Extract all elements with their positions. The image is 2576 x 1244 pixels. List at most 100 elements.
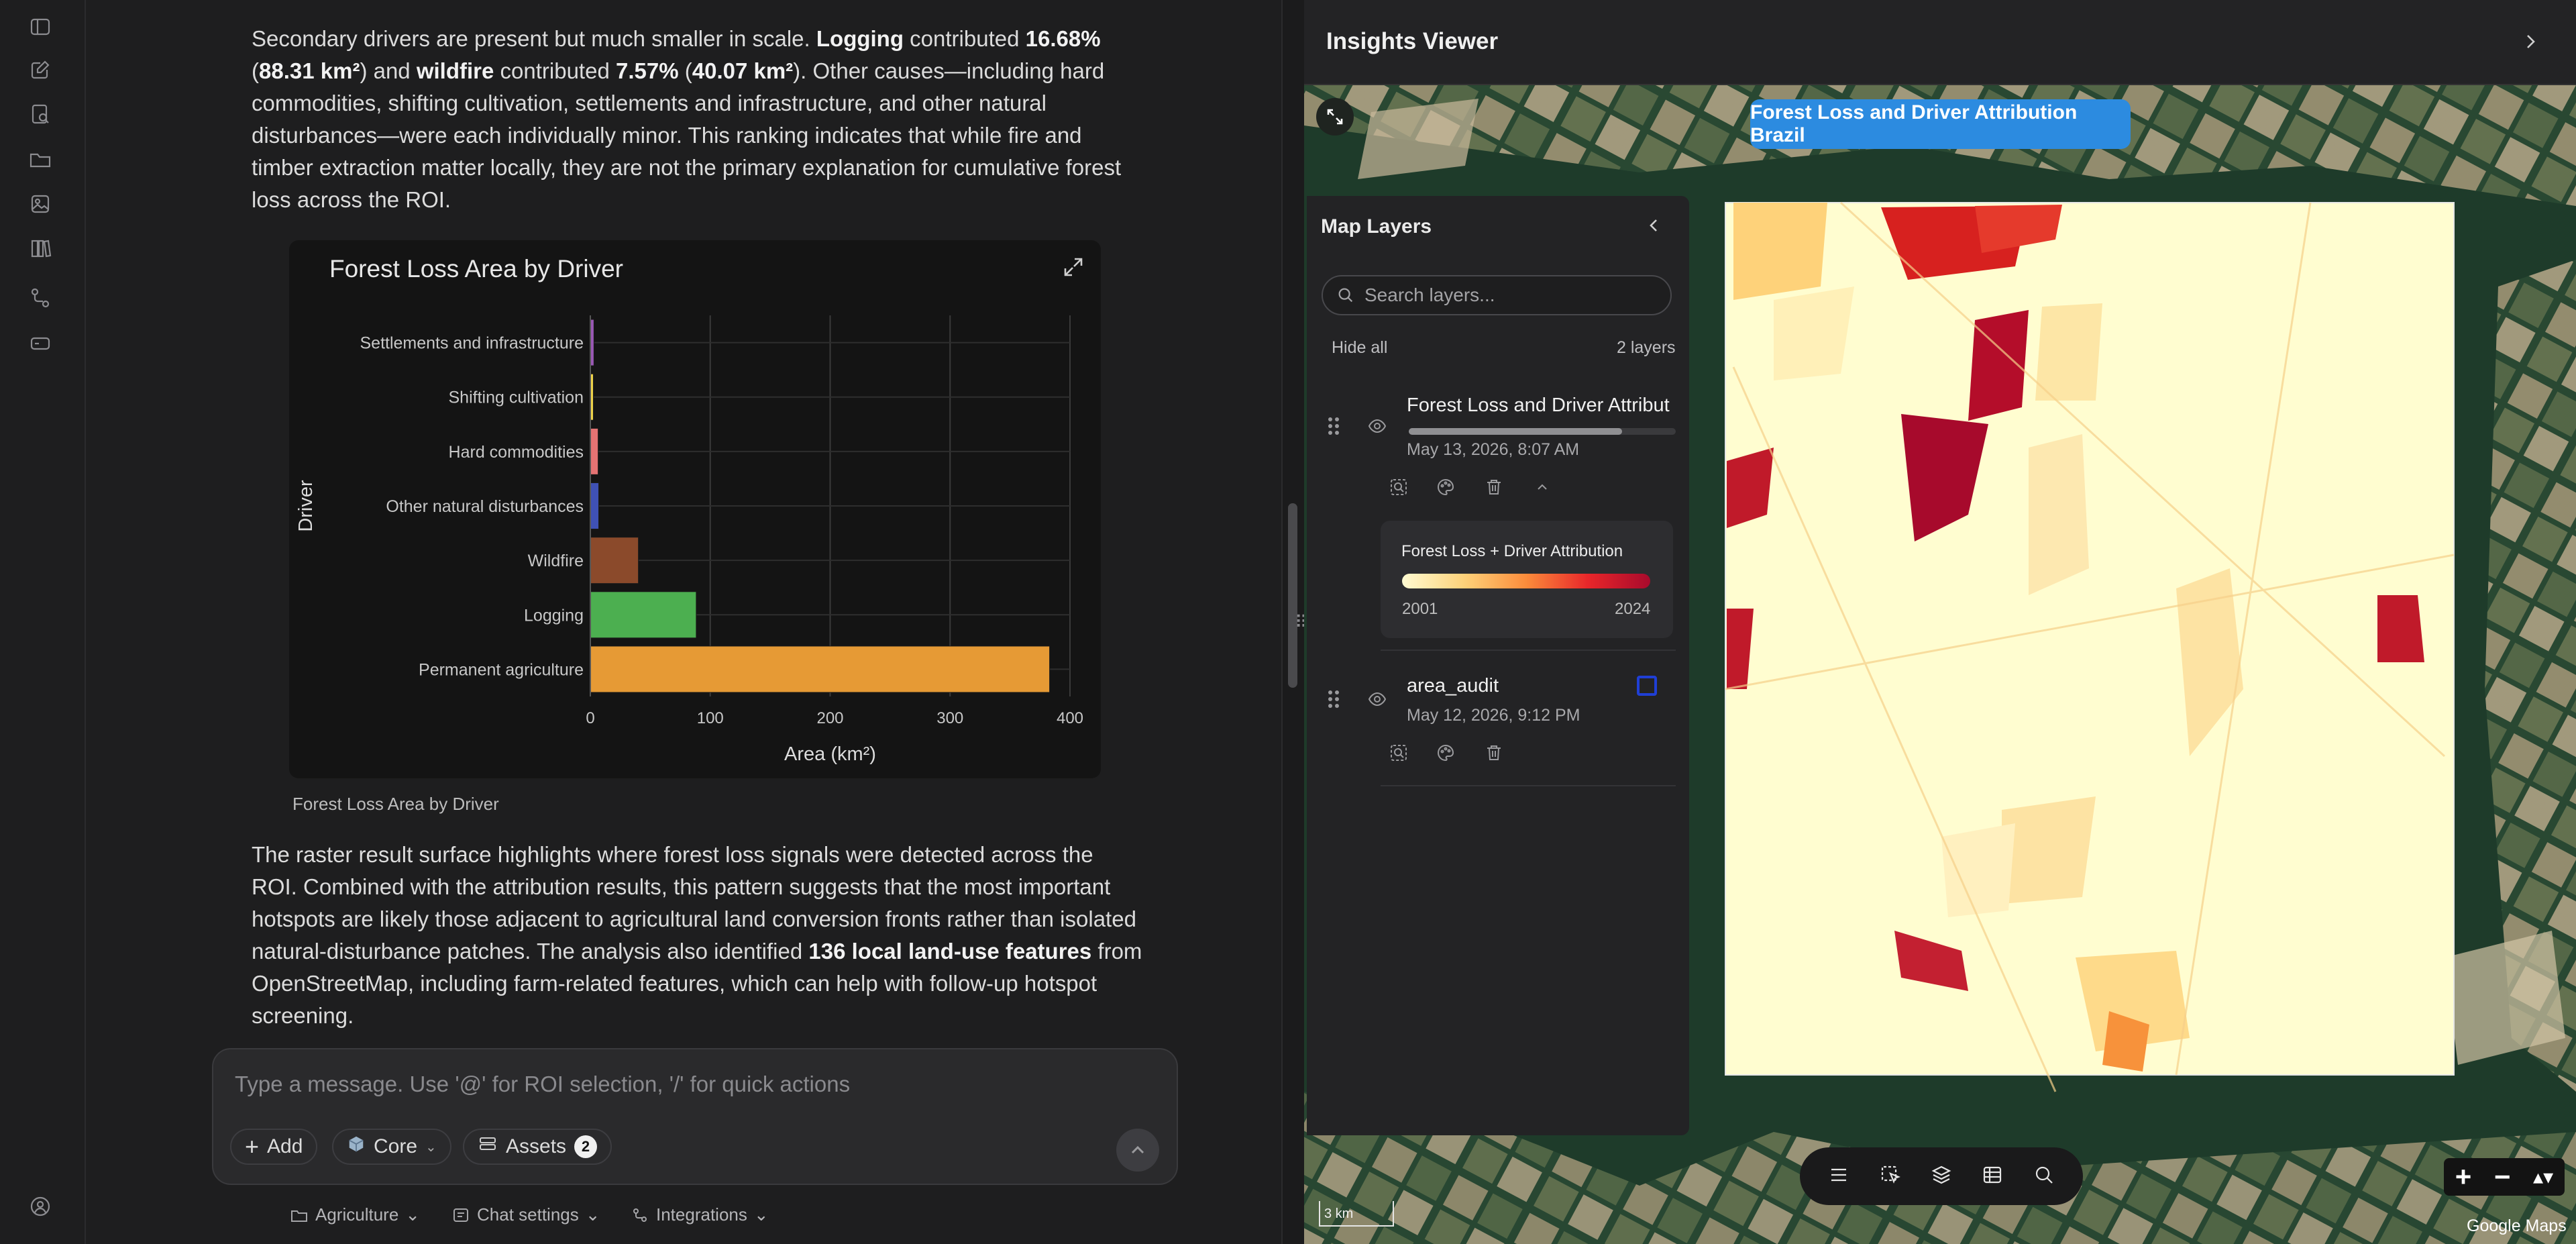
menu-icon[interactable] [1827,1163,1850,1190]
gallery-icon[interactable] [27,191,54,217]
search-icon[interactable] [2033,1163,2055,1190]
zoom-to-layer-icon[interactable] [1389,477,1409,497]
table-icon[interactable] [1981,1163,2004,1190]
y-tick-label: Other natural disturbances [386,497,584,516]
zoom-to-layer-icon[interactable] [1389,743,1409,763]
scale-bar: 3 km [1319,1201,1394,1227]
chevron-down-icon: ⌄ [585,1204,600,1225]
layer-date: May 13, 2026, 8:07 AM [1407,440,1580,459]
layer-count: 2 layers [1617,338,1676,357]
project-selector[interactable]: Agriculture ⌄ [290,1204,420,1225]
para1-highlight: 40.07 km² [692,58,794,83]
trash-icon[interactable] [1484,477,1504,497]
analysis-paragraph-1: Secondary drivers are present but much s… [252,23,1144,216]
y-tick-label: Shifting cultivation [448,388,584,407]
x-tick-label: 100 [697,709,724,727]
para1-text: ( [252,58,259,83]
viewer-title: Insights Viewer [1326,28,1499,54]
folder-icon[interactable] [27,146,54,173]
layer-progress-track [1409,428,1676,435]
drag-handle-icon[interactable] [1326,687,1342,711]
para1-highlight: 16.68% [1025,26,1101,51]
expand-chart-icon[interactable] [1060,254,1087,280]
layer-divider [1381,785,1676,786]
integrations-button[interactable]: Integrations ⌄ [631,1204,769,1225]
para1-text: contributed [494,58,616,83]
analysis-paragraph-2: The raster result surface highlights whe… [252,839,1144,1032]
zoom-controls: + − ▴▾ [2444,1158,2565,1196]
para1-text: Secondary drivers are present but much s… [252,26,816,51]
map-fullscreen-button[interactable] [1316,98,1354,136]
trash-icon[interactable] [1484,743,1504,763]
palette-icon[interactable] [1436,743,1456,763]
workflow-icon[interactable] [27,284,54,311]
resize-handle[interactable] [1288,503,1297,688]
map-layers-title: Map Layers [1321,215,1432,238]
add-button[interactable]: + Add [230,1129,318,1165]
integrations-icon [633,1208,647,1222]
active-layer-label[interactable]: Forest Loss and Driver Attribution Brazi… [1750,99,2131,149]
folder-icon [291,1210,307,1222]
para1-highlight: Logging [816,26,904,51]
hide-all-button[interactable]: Hide all [1332,338,1387,358]
chart-caption: Forest Loss Area by Driver [292,794,499,814]
palette-icon[interactable] [1436,477,1456,497]
legend-title: Forest Loss + Driver Attribution [1401,542,1623,560]
documents-icon[interactable] [27,101,54,127]
stack-icon [478,1134,498,1159]
layer-color-swatch[interactable] [1637,676,1657,696]
bar-hard-commodities [590,427,599,475]
y-tick-label: Hard commodities [449,443,584,462]
x-tick-label: 0 [586,709,594,727]
eye-icon[interactable] [1367,689,1387,709]
legend-color-ramp [1402,574,1650,588]
chevron-left-icon[interactable] [1642,213,1666,238]
bar-wildfire [590,537,639,584]
x-axis-label: Area (km²) [784,743,876,765]
plus-icon: + [245,1133,260,1160]
expand-icon [1327,109,1343,125]
select-tool-icon[interactable] [1879,1163,1902,1190]
layer-search-box[interactable] [1322,275,1672,315]
eye-icon[interactable] [1367,416,1387,436]
message-input[interactable]: Type a message. Use '@' for ROI selectio… [235,1072,1107,1097]
chat-settings-button[interactable]: Chat settings ⌄ [451,1204,600,1225]
para1-text: ( [678,58,692,83]
x-tick-label: 300 [936,709,963,727]
para2-highlight: 136 local land-use features [808,939,1092,964]
library-icon[interactable] [27,235,54,262]
bar-chart: 0 100 200 300 400 Settlements and infrastruct… [295,315,1083,765]
search-icon [1338,288,1353,303]
chevron-up-icon[interactable] [1532,477,1552,497]
assets-button[interactable]: Assets 2 [463,1129,612,1165]
layer-name[interactable]: Forest Loss and Driver Attribut [1407,395,1670,417]
layers-icon[interactable] [1930,1163,1953,1190]
new-chat-icon[interactable] [27,56,54,83]
y-tick-label: Wildfire [528,552,584,570]
chevron-down-icon: ⌄ [405,1204,421,1225]
cube-icon [347,1135,366,1159]
layer-name[interactable]: area_audit [1407,675,1499,697]
zoom-in-button[interactable]: + [2455,1161,2472,1193]
layer-divider [1381,650,1676,651]
credit-card-icon[interactable] [27,330,54,357]
compass-icon[interactable]: ▴▾ [2533,1165,2553,1189]
chevron-down-icon: ⌄ [425,1139,437,1155]
layer-search-input[interactable] [1363,284,1648,307]
account-icon[interactable] [27,1193,54,1220]
para1-text: ) and [360,58,417,83]
map-attribution: Google Maps [2467,1216,2567,1235]
assets-count-badge: 2 [574,1135,598,1158]
para1-text: contributed [904,26,1026,51]
core-model-selector[interactable]: Core ⌄ [332,1129,451,1165]
zoom-out-button[interactable]: − [2494,1161,2511,1193]
layer-progress-fill [1409,428,1623,435]
map-layers-panel [1307,196,1689,1135]
sidebar-toggle-icon[interactable] [27,13,54,40]
para1-highlight: 88.31 km² [259,58,360,83]
chevron-right-icon[interactable] [2517,28,2544,55]
add-label: Add [267,1135,303,1157]
icon-rail [0,0,86,1244]
drag-handle-icon[interactable] [1326,414,1342,438]
send-button[interactable] [1116,1129,1159,1172]
